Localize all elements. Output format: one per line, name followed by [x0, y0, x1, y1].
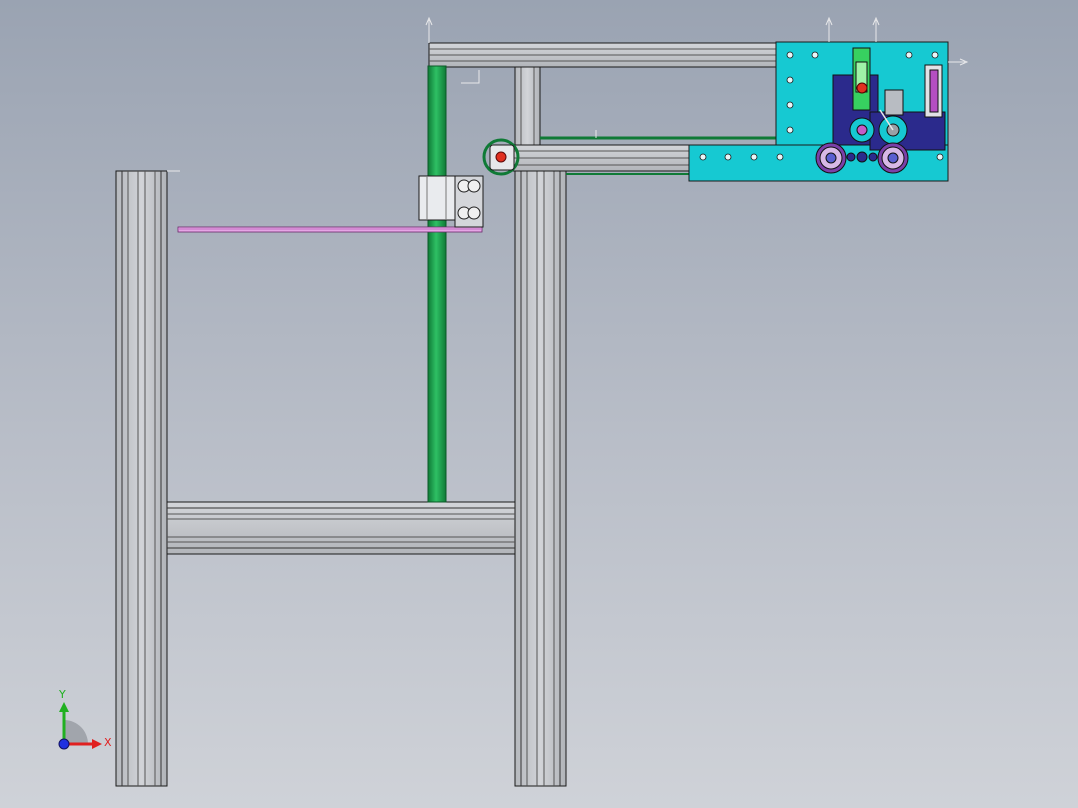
cad-viewport[interactable]: Y X	[0, 0, 1078, 808]
top-horizontal-profile[interactable]	[428, 42, 778, 68]
idler-pulley[interactable]	[482, 138, 520, 176]
vertical-guide-rod[interactable]	[427, 65, 447, 503]
pink-rail[interactable]	[177, 226, 483, 233]
center-roller[interactable]	[846, 151, 878, 163]
cad-drawing[interactable]	[0, 0, 1078, 808]
bearing-wheel-right[interactable]	[877, 142, 909, 174]
rod-slider-block[interactable]	[418, 175, 484, 228]
triad-y-label: Y	[59, 688, 66, 701]
left-vertical-profile[interactable]	[115, 170, 168, 787]
coordinate-triad	[58, 702, 102, 750]
bearing-wheel-left[interactable]	[815, 142, 847, 174]
upper-short-post[interactable]	[514, 65, 541, 147]
green-cylinder[interactable]	[852, 47, 871, 111]
lower-crossbar-profile[interactable]	[166, 501, 516, 555]
right-vertical-profile[interactable]	[514, 170, 567, 787]
triad-x-label: X	[104, 736, 112, 749]
